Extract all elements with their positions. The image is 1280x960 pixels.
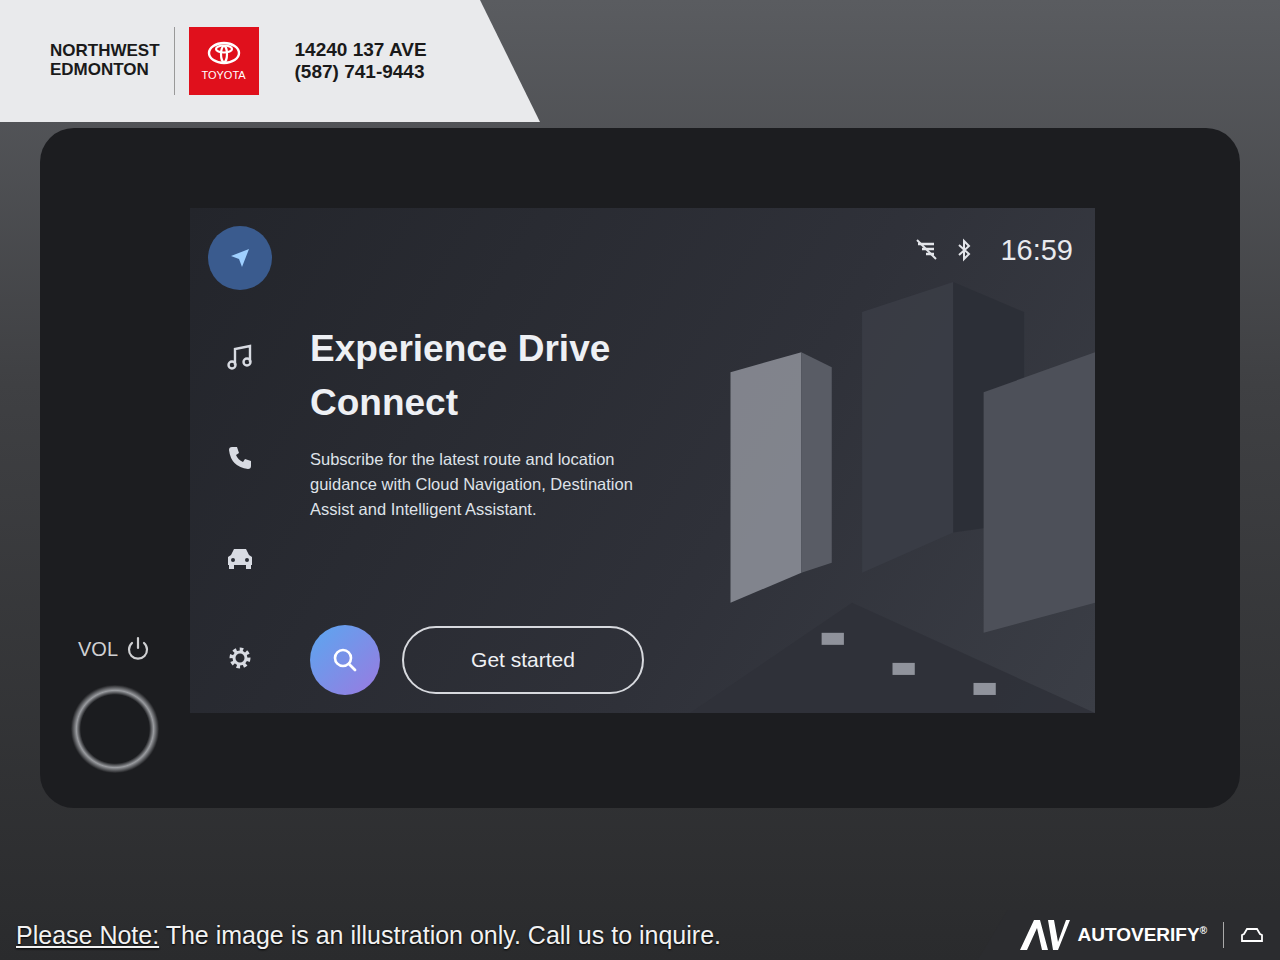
sidebar-item[interactable] [208,426,272,490]
autoverify-logo: AUTOVERIFY® [978,910,1280,960]
bluetooth-icon [956,238,972,262]
disclaimer-bar: Please Note: The image is an illustratio… [0,910,1280,960]
status-bar: 16:59 [290,208,1095,272]
gear-icon [226,644,254,672]
sidebar-item[interactable] [208,326,272,390]
autoverify-mark-icon [1018,918,1070,952]
sidebar-item[interactable] [208,226,272,290]
toyota-logo: TOYOTA [189,27,259,95]
head-unit: VOL 16:59 Experience Drive Connect Subscrib… [40,128,1240,808]
photo-frame: NORTHWESTEDMONTON TOYOTA 14240 137 AVE(587… [0,0,1280,960]
disclaimer: Please Note: The image is an illustratio… [16,921,721,950]
car-icon [1240,926,1264,944]
navigation-arrow-icon [227,245,253,271]
dealer-name: NORTHWESTEDMONTON [50,42,160,79]
sidebar [190,208,290,713]
clock: 16:59 [1000,234,1073,267]
city-illustration [690,272,1095,713]
sidebar-item[interactable] [208,626,272,690]
search-button[interactable] [310,625,380,695]
car-icon [225,545,255,571]
promo-title: Experience Drive Connect [310,322,650,429]
search-icon [330,645,360,675]
phone-icon [226,444,254,472]
toyota-emblem-icon [207,41,241,65]
sidebar-item[interactable] [208,526,272,590]
volume-knob[interactable] [71,685,159,773]
power-icon [124,635,152,663]
promo-panel: Experience Drive Connect Subscribe for th… [290,272,1095,713]
music-note-icon [225,343,255,373]
volume-label: VOL [78,635,152,663]
promo-description: Subscribe for the latest route and locat… [310,447,670,521]
dealer-contact: 14240 137 AVE(587) 741-9443 [295,39,427,83]
hardware-controls: VOL [40,208,190,773]
display: 16:59 Experience Drive Connect Subscribe f… [190,208,1095,713]
dealer-banner: NORTHWESTEDMONTON TOYOTA 14240 137 AVE(587… [0,0,540,122]
no-signal-icon [914,238,940,262]
get-started-button[interactable]: Get started [402,626,644,694]
